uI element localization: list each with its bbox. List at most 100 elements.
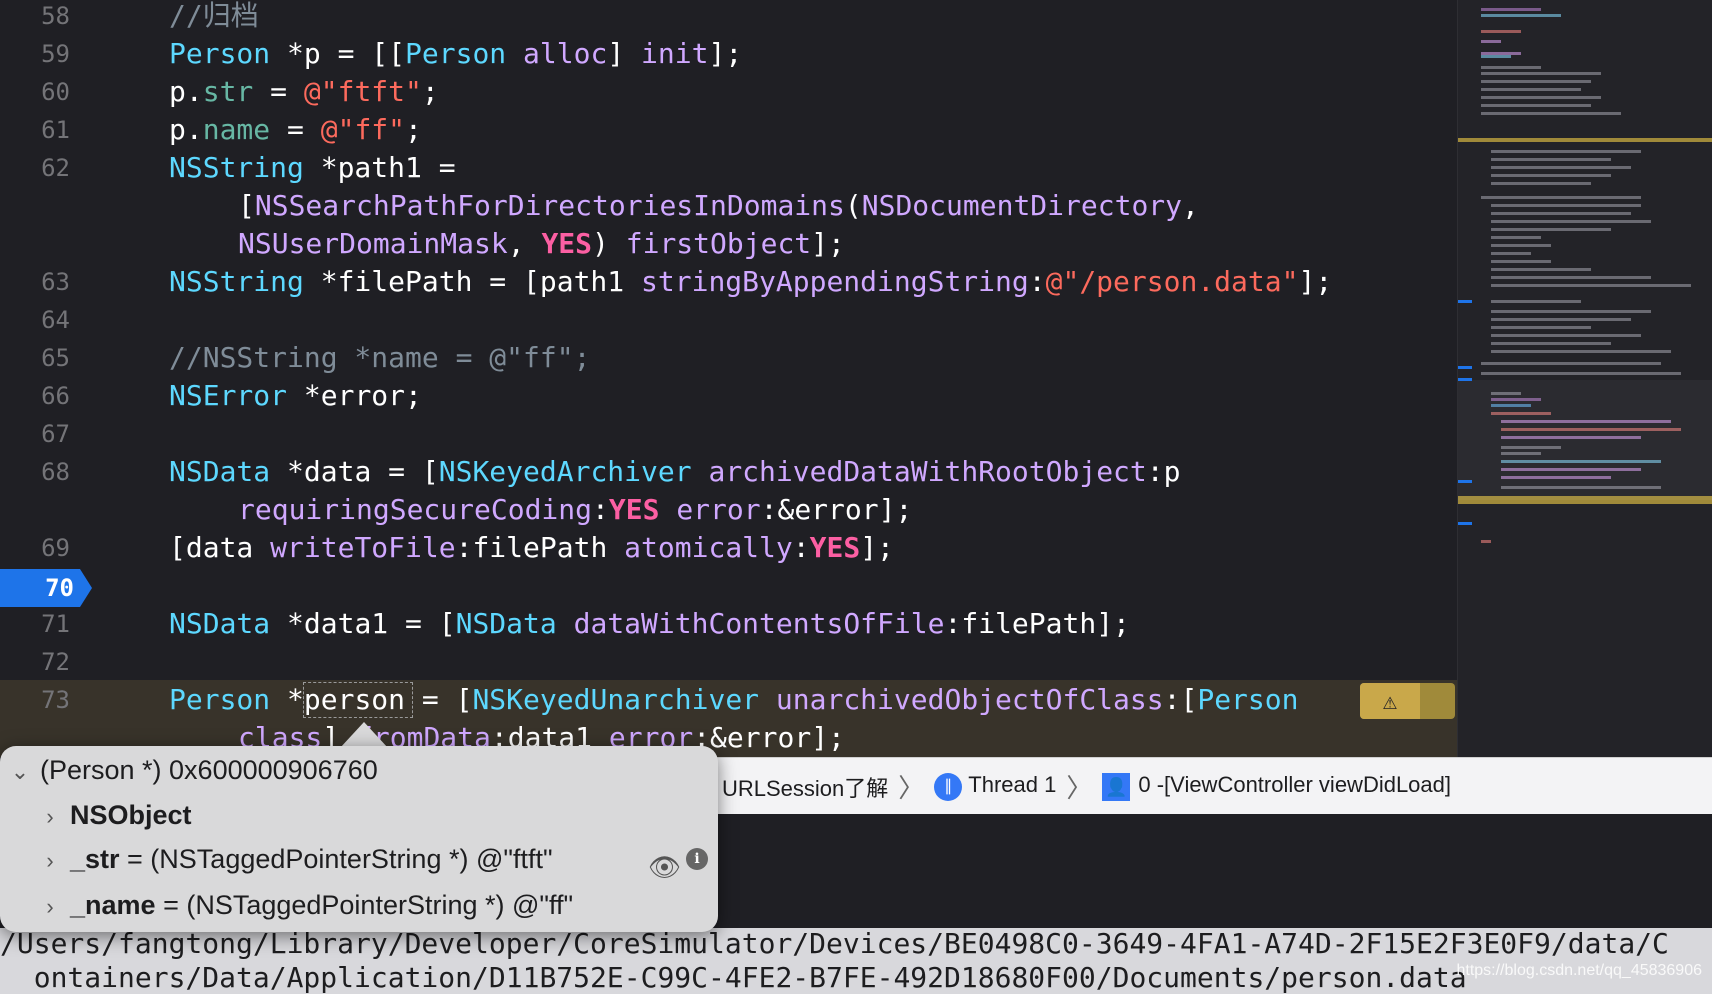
chevron-right-icon: 〉 — [898, 773, 925, 803]
chevron-right-icon[interactable]: › — [30, 794, 70, 840]
code-token: = — [253, 75, 304, 108]
minimap-line — [1481, 104, 1591, 107]
minimap-marker — [1458, 522, 1472, 525]
chevron-right-icon[interactable]: › — [30, 884, 70, 930]
quick-look-eye-icon[interactable]: 👁 — [648, 844, 681, 890]
minimap-marker — [1458, 378, 1472, 381]
line-number[interactable]: 63 — [0, 263, 70, 301]
code-token: YES — [541, 227, 593, 260]
warning-triangle-icon[interactable]: ⚠ — [1360, 683, 1420, 719]
line-number[interactable]: 59 — [0, 35, 70, 73]
minimap-line — [1481, 540, 1491, 543]
minimap-line — [1481, 40, 1501, 43]
popover-row-name[interactable]: › _name = (NSTaggedPointerString *) @"ff" — [30, 882, 573, 928]
variable-inspector-popover[interactable]: ⌄ (Person *) 0x600000906760 › NSObject › _s… — [0, 746, 718, 932]
code-token: ( — [844, 189, 862, 222]
minimap-line — [1481, 66, 1541, 69]
code-line[interactable]: Person *p = [[Person alloc] init]; — [169, 35, 742, 73]
current-line-indicator[interactable]: 70 — [0, 569, 92, 607]
line-number[interactable]: 64 — [0, 301, 70, 339]
breadcrumb-project[interactable]: URLSession了解 — [716, 771, 894, 803]
line-number[interactable]: 66 — [0, 377, 70, 415]
code-token: NSString — [169, 265, 304, 298]
warning-badge[interactable]: ⚠ — [1360, 683, 1455, 719]
line-number[interactable]: 72 — [0, 643, 70, 681]
code-token: Person — [169, 683, 271, 716]
code-token: name — [202, 113, 271, 146]
minimap-line — [1491, 284, 1691, 287]
minimap-marker — [1458, 366, 1472, 369]
code-line[interactable]: Person *person = [NSKeyedUnarchiver unar… — [169, 681, 1299, 719]
line-number[interactable]: 73 — [0, 681, 70, 719]
code-line[interactable]: //NSString *name = @"ff"; — [169, 339, 590, 377]
code-token: NSData — [169, 455, 271, 488]
code-token: : — [792, 531, 810, 564]
info-icon[interactable]: i — [686, 848, 708, 870]
chevron-right-icon[interactable]: › — [30, 838, 70, 884]
code-token: *filePath = [path1 — [303, 265, 642, 298]
code-line[interactable]: requiringSecureCoding:YES error:&error]; — [238, 491, 912, 529]
minimap-line — [1491, 334, 1641, 337]
minimap-line — [1481, 8, 1541, 11]
minimap-line — [1491, 318, 1631, 321]
line-number[interactable]: 62 — [0, 149, 70, 187]
code-line[interactable]: [data writeToFile:filePath atomically:YE… — [169, 529, 894, 567]
code-line[interactable]: NSError *error; — [169, 377, 422, 415]
popover-arrow — [340, 722, 388, 748]
code-editor[interactable]: 70 58 //归档 59 Person *p = [[Person alloc] i… — [0, 0, 1457, 757]
code-token: NSSearchPathForDirectoriesInDomains — [254, 189, 845, 222]
code-token: ] — [607, 37, 642, 70]
breadcrumb-thread[interactable]: ∥ Thread 1 — [928, 772, 1062, 801]
code-line[interactable]: NSString *path1 = — [169, 149, 456, 187]
code-line[interactable]: //归档 — [169, 0, 259, 35]
minimap-line — [1491, 252, 1531, 255]
line-number[interactable]: 65 — [0, 339, 70, 377]
code-token: YES — [608, 493, 660, 526]
code-token: Person — [169, 37, 271, 70]
code-token: @"ff" — [320, 113, 406, 146]
code-token: ; — [421, 75, 439, 108]
code-token: :p — [1146, 455, 1181, 488]
chevron-down-icon[interactable]: ⌄ — [0, 749, 40, 795]
code-line[interactable]: NSString *filePath = [path1 stringByAppe… — [169, 263, 1332, 301]
minimap-line — [1491, 244, 1551, 247]
code-token: ]; — [708, 37, 743, 70]
code-line[interactable]: NSUserDomainMask, YES) firstObject]; — [238, 225, 845, 263]
minimap-line — [1491, 260, 1551, 263]
code-token: Person — [1197, 683, 1299, 716]
code-token: : — [1028, 265, 1046, 298]
minimap-line — [1481, 30, 1521, 33]
code-line[interactable]: NSData *data = [NSKeyedArchiver archived… — [169, 453, 1180, 491]
breadcrumb-frame[interactable]: 👤 0 -[ViewController viewDidLoad] — [1096, 772, 1457, 801]
code-line[interactable]: p.str = @"ftft"; — [169, 73, 439, 111]
code-token: unarchivedObjectOfClass — [775, 683, 1164, 716]
console-line: /Users/fangtong/Library/Developer/CoreSi… — [0, 928, 1669, 960]
code-token: @"/person.data" — [1045, 265, 1299, 298]
minimap-line — [1491, 326, 1591, 329]
popover-header[interactable]: ⌄ (Person *) 0x600000906760 — [0, 747, 378, 793]
line-number[interactable]: 58 — [0, 0, 70, 35]
code-token: NSKeyedArchiver — [438, 455, 692, 488]
code-line[interactable]: p.name = @"ff"; — [169, 111, 422, 149]
line-number[interactable]: 61 — [0, 111, 70, 149]
code-line[interactable]: NSData *data1 = [NSData dataWithContents… — [169, 605, 1130, 643]
line-number[interactable]: 67 — [0, 415, 70, 453]
popover-row-str[interactable]: › _str = (NSTaggedPointerString *) @"ftft… — [30, 836, 718, 882]
line-number[interactable]: 71 — [0, 605, 70, 643]
code-token: [ — [238, 189, 255, 222]
code-token: *person = [ — [270, 683, 473, 716]
line-number[interactable]: 60 — [0, 73, 70, 111]
code-token: NSUserDomainMask — [238, 227, 508, 260]
code-minimap[interactable] — [1457, 0, 1712, 757]
line-number[interactable]: 68 — [0, 453, 70, 491]
minimap-line — [1481, 88, 1581, 91]
minimap-line — [1491, 212, 1631, 215]
line-number[interactable]: 69 — [0, 529, 70, 567]
popover-row-nsobject[interactable]: › NSObject — [30, 792, 191, 840]
code-line[interactable]: [NSSearchPathForDirectoriesInDomains(NSD… — [238, 187, 1199, 225]
code-token: [data — [169, 531, 271, 564]
